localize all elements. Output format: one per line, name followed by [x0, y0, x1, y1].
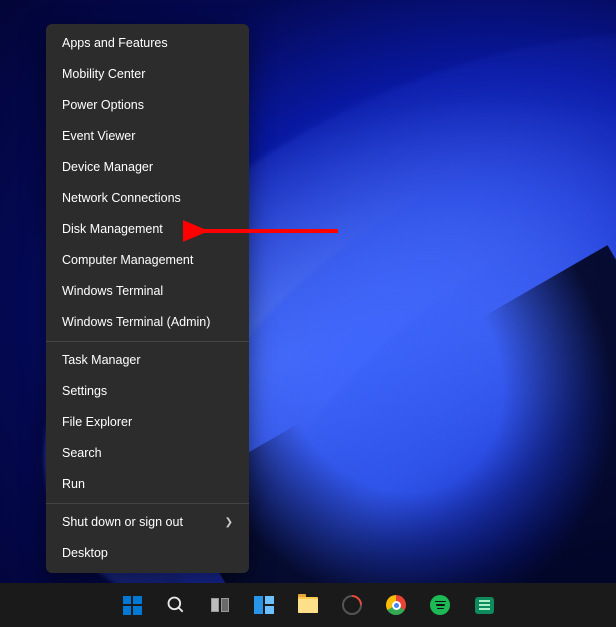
chat-app-button[interactable]: [472, 593, 496, 617]
taskbar-search-button[interactable]: [164, 593, 188, 617]
app-button-loader[interactable]: [340, 593, 364, 617]
menu-item-shut-down[interactable]: Shut down or sign out ❯: [46, 507, 249, 538]
spotify-icon: [430, 595, 450, 615]
menu-item-task-manager[interactable]: Task Manager: [46, 345, 249, 376]
menu-item-power-options[interactable]: Power Options: [46, 90, 249, 121]
widgets-button[interactable]: [252, 593, 276, 617]
circle-loader-icon: [338, 591, 366, 619]
taskbar: [0, 583, 616, 627]
start-button[interactable]: [120, 593, 144, 617]
windows-logo-icon: [123, 596, 142, 615]
spotify-button[interactable]: [428, 593, 452, 617]
search-icon: [166, 595, 186, 615]
winx-context-menu: Apps and Features Mobility Center Power …: [46, 24, 249, 573]
menu-item-search[interactable]: Search: [46, 438, 249, 469]
menu-item-disk-management[interactable]: Disk Management: [46, 214, 249, 245]
widgets-icon: [254, 596, 274, 614]
folder-icon: [298, 597, 318, 613]
menu-item-file-explorer[interactable]: File Explorer: [46, 407, 249, 438]
menu-separator: [46, 341, 249, 342]
menu-item-desktop[interactable]: Desktop: [46, 538, 249, 569]
menu-item-computer-management[interactable]: Computer Management: [46, 245, 249, 276]
menu-separator: [46, 503, 249, 504]
file-explorer-button[interactable]: [296, 593, 320, 617]
menu-item-settings[interactable]: Settings: [46, 376, 249, 407]
menu-item-run[interactable]: Run: [46, 469, 249, 500]
task-view-icon: [211, 598, 229, 612]
menu-item-mobility-center[interactable]: Mobility Center: [46, 59, 249, 90]
menu-item-windows-terminal-admin[interactable]: Windows Terminal (Admin): [46, 307, 249, 338]
menu-item-apps-and-features[interactable]: Apps and Features: [46, 28, 249, 59]
chevron-right-icon: ❯: [225, 517, 233, 529]
chat-icon: [475, 597, 494, 614]
chrome-icon: [386, 595, 406, 615]
menu-item-network-connections[interactable]: Network Connections: [46, 183, 249, 214]
menu-item-device-manager[interactable]: Device Manager: [46, 152, 249, 183]
chrome-button[interactable]: [384, 593, 408, 617]
menu-item-event-viewer[interactable]: Event Viewer: [46, 121, 249, 152]
task-view-button[interactable]: [208, 593, 232, 617]
menu-item-windows-terminal[interactable]: Windows Terminal: [46, 276, 249, 307]
